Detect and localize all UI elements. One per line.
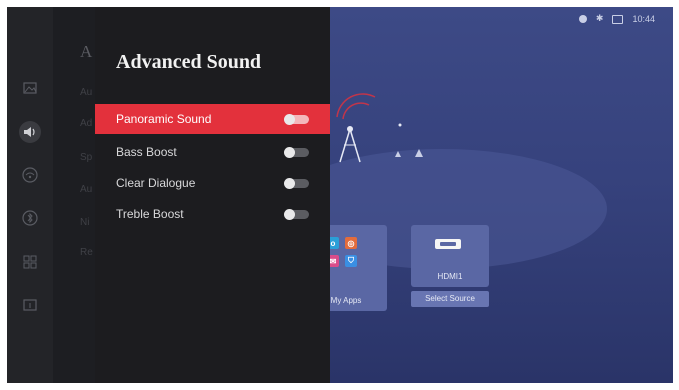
sound-icon[interactable] — [19, 121, 41, 143]
toggle-knob — [284, 114, 295, 125]
network-status-icon — [578, 15, 587, 23]
hdmi-icon — [435, 239, 461, 249]
background-menu-item: Re — [80, 247, 93, 258]
treble-boost-toggle[interactable] — [284, 209, 309, 220]
toggle-knob — [284, 147, 295, 158]
clock: 10:44 — [632, 14, 655, 24]
network-icon[interactable] — [19, 164, 41, 186]
settings-sidebar — [7, 7, 53, 383]
background-menu-item: Ad — [80, 118, 93, 129]
option-bass-boost[interactable]: Bass Boost — [95, 137, 330, 167]
option-label: Treble Boost — [116, 207, 184, 221]
panel-title: Advanced Sound — [116, 51, 262, 73]
option-label: Panoramic Sound — [116, 112, 212, 126]
status-bar: ✱ 10:44 — [578, 14, 655, 24]
option-clear-dialogue[interactable]: Clear Dialogue — [95, 168, 330, 198]
option-label: Bass Boost — [116, 145, 177, 159]
clear-dialogue-toggle[interactable] — [284, 178, 309, 189]
background-menu-item: Au — [80, 87, 93, 98]
app-icon: ◎ — [345, 237, 357, 249]
input-status-icon — [612, 14, 624, 24]
bluetooth-status-icon: ✱ — [595, 14, 604, 24]
select-source-button[interactable]: Select Source — [411, 291, 489, 307]
app-icon: ⛉ — [345, 255, 357, 267]
apps-icon[interactable] — [19, 251, 41, 273]
bluetooth-icon[interactable] — [19, 207, 41, 229]
bass-boost-toggle[interactable] — [284, 147, 309, 158]
background-menu-item: Ni — [80, 217, 90, 228]
advanced-sound-panel: Advanced Sound Panoramic Sound Bass Boos… — [95, 7, 330, 383]
background-menu-item: Au — [80, 184, 93, 195]
picture-icon[interactable] — [19, 77, 41, 99]
toggle-knob — [284, 209, 295, 220]
broadcast-tower-illustration — [336, 93, 423, 163]
panoramic-sound-toggle[interactable] — [284, 114, 309, 125]
option-panoramic-sound[interactable]: Panoramic Sound — [95, 104, 330, 134]
background-menu-item: Sp — [80, 152, 93, 163]
hdmi1-label: HDMI1 — [437, 272, 463, 281]
tv-screen: ✱ 10:44 o ◎ ✉ ⛉ My Apps HDMI1 Select Sou… — [7, 7, 673, 383]
background-menu-title: A — [80, 42, 93, 61]
option-treble-boost[interactable]: Treble Boost — [95, 199, 330, 229]
toggle-knob — [284, 178, 295, 189]
option-label: Clear Dialogue — [116, 176, 196, 190]
info-icon[interactable] — [19, 294, 41, 316]
hdmi1-tile[interactable]: HDMI1 — [411, 225, 489, 287]
